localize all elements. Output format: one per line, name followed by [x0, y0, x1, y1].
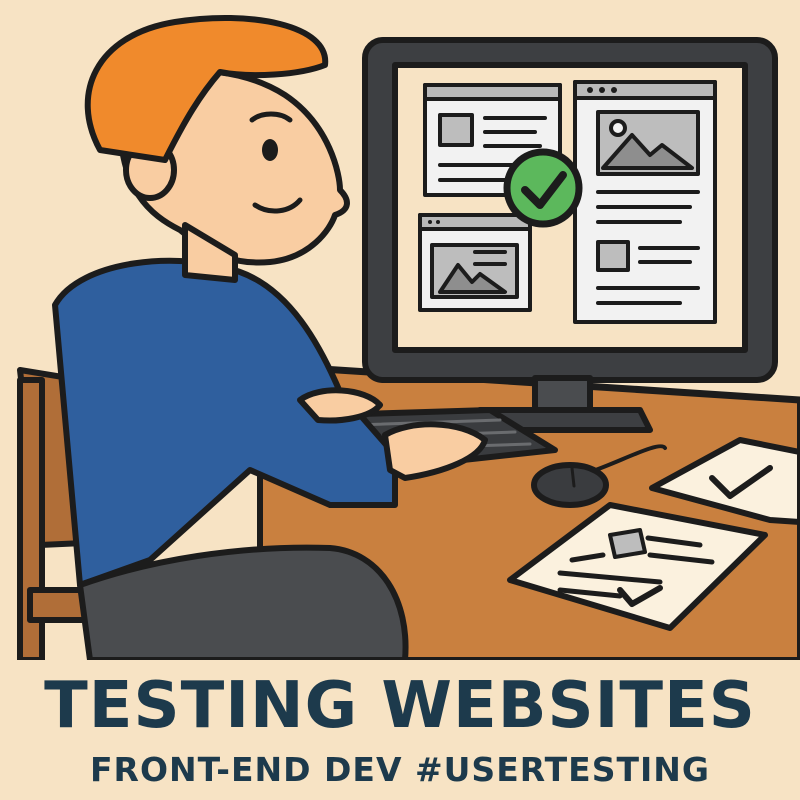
scene-illustration: [17, 15, 800, 660]
caption-subtitle: FRONT-END DEV #USERTESTING: [90, 750, 710, 789]
check-circle-icon: [503, 148, 583, 228]
caption-title: TESTING WEBSITES: [44, 669, 756, 743]
illustration: TESTING WEBSITES FRONT-END DEV #USERTEST…: [0, 0, 800, 800]
browser-window-bottom-left: [418, 213, 532, 312]
browser-window-right: [573, 80, 717, 324]
monitor: [362, 37, 778, 433]
